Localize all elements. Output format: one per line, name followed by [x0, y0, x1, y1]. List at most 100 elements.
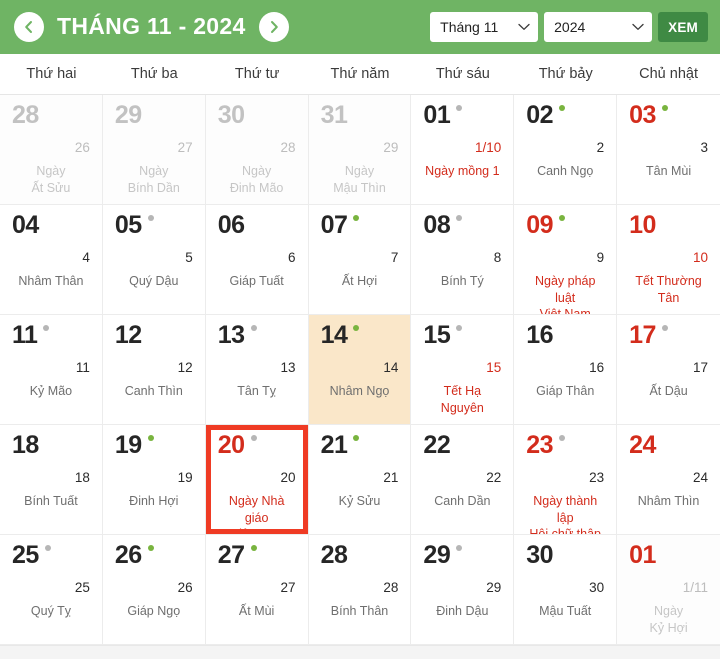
- day-cell[interactable]: 05 5 Quý Dậu: [102, 205, 206, 315]
- lunar-phase-dot-icon: [456, 545, 463, 551]
- view-button[interactable]: XEM: [658, 12, 708, 42]
- solar-day-number: 29: [423, 541, 451, 569]
- day-number-row: 20: [218, 433, 296, 463]
- day-cell[interactable]: 18 18 Bính Tuất: [0, 425, 103, 535]
- day-cell[interactable]: 14 14 Nhâm Ngọ: [308, 315, 412, 425]
- day-number-row: 03: [629, 103, 708, 133]
- solar-day-number: 15: [423, 321, 451, 349]
- day-cell[interactable]: 04 4 Nhâm Thân: [0, 205, 103, 315]
- day-number-row: 06: [218, 213, 296, 243]
- day-cell[interactable]: 23 23 Ngày thành lập Hội chữ thập đỏ VN: [514, 425, 618, 535]
- lunar-phase-dot-icon: [559, 215, 566, 221]
- prev-month-button[interactable]: [14, 12, 44, 42]
- solar-day-number: 20: [217, 431, 245, 459]
- day-number-row: 02: [526, 103, 604, 133]
- day-cell[interactable]: 02 2 Canh Ngọ: [514, 95, 618, 205]
- solar-day-number: 07: [320, 211, 348, 239]
- day-note: Ngày mồng 1: [425, 164, 500, 178]
- day-cell[interactable]: 27 27 Ất Mùi: [205, 535, 309, 645]
- weekday-label-sunday: Chủ nhật: [639, 66, 698, 82]
- day-number-row: 25: [12, 543, 90, 573]
- lunar-day-number: 30: [589, 580, 605, 595]
- lunar-phase-dot-icon: [148, 325, 154, 331]
- lunar-day-number: 21: [383, 470, 399, 485]
- day-note: Tết Hạ Nguyên: [440, 384, 484, 415]
- day-note: Ngày Mậu Thìn: [333, 164, 386, 195]
- day-note: Quý Tỵ: [30, 604, 71, 618]
- lunar-day-number: 24: [692, 470, 708, 485]
- lunar-phase-dot-icon: [147, 215, 154, 221]
- lunar-day-number: 4: [82, 250, 90, 265]
- chevron-left-icon: [21, 19, 37, 35]
- lunar-phase-dot-icon: [559, 435, 566, 441]
- day-cell[interactable]: 16 16 Giáp Thân: [514, 315, 618, 425]
- day-cell[interactable]: 17 17 Ất Dậu: [617, 315, 720, 425]
- day-number-row: 09: [526, 213, 604, 243]
- day-note: Tân Mùi: [645, 164, 692, 178]
- day-number-row: 30: [526, 543, 604, 573]
- solar-day-number: 04: [12, 211, 39, 239]
- day-cell[interactable]: 28 26 Ngày Ất Sửu: [0, 95, 103, 205]
- month-select[interactable]: Tháng 11: [430, 12, 539, 42]
- day-cell[interactable]: 30 30 Mậu Tuất: [514, 535, 618, 645]
- lunar-phase-dot-icon: [43, 325, 50, 331]
- lunar-day-number: 9: [596, 250, 605, 265]
- weekday-label-thursday: Thứ năm: [330, 66, 390, 82]
- lunar-phase-dot-icon: [353, 545, 359, 551]
- year-select[interactable]: 2024: [544, 12, 653, 42]
- day-cell[interactable]: 31 29 Ngày Mậu Thìn: [308, 95, 412, 205]
- day-cell[interactable]: 10 10 Tết Thường Tân: [617, 205, 720, 315]
- day-cell[interactable]: 26 26 Giáp Ngọ: [102, 535, 206, 645]
- lunar-phase-dot-icon: [559, 105, 566, 111]
- day-cell[interactable]: 12 12 Canh Thìn: [102, 315, 206, 425]
- next-month-button[interactable]: [258, 12, 289, 42]
- day-number-row: 08: [423, 213, 501, 243]
- day-number-row: 23: [526, 433, 604, 463]
- solar-day-number: 25: [12, 541, 39, 569]
- day-cell[interactable]: 06 6 Giáp Tuất: [205, 205, 309, 315]
- day-cell[interactable]: 30 28 Ngày Đinh Mão: [205, 95, 309, 205]
- lunar-day-number: 2: [596, 140, 605, 155]
- day-cell[interactable]: 25 25 Quý Tỵ: [0, 535, 103, 645]
- day-note: Tân Tỵ: [237, 384, 276, 398]
- day-cell[interactable]: 21 21 Kỷ Sửu: [308, 425, 412, 535]
- weekday-header: Thứ hai Thứ ba Thứ tư Thứ năm Thứ sáu Th…: [0, 54, 720, 95]
- day-note: Ngày pháp luật Việt Nam: [534, 274, 596, 315]
- day-cell[interactable]: 24 24 Nhâm Thìn: [617, 425, 720, 535]
- day-cell[interactable]: 29 29 Đinh Dậu: [411, 535, 515, 645]
- day-cell[interactable]: 03 3 Tân Mùi: [617, 95, 720, 205]
- day-cell[interactable]: 07 7 Ất Hợi: [308, 205, 412, 315]
- day-note: Tết Thường Tân: [635, 274, 702, 305]
- weekday-label-saturday: Thứ bảy: [538, 66, 593, 82]
- lunar-day-number: 1/10: [475, 140, 502, 155]
- lunar-day-number: 29: [486, 580, 502, 595]
- day-cell[interactable]: 01 1/10 Ngày mồng 1: [411, 95, 515, 205]
- day-cell[interactable]: 22 22 Canh Dần: [411, 425, 515, 535]
- lunar-day-number: 19: [177, 470, 193, 485]
- weekday-label-friday: Thứ sáu: [435, 66, 490, 82]
- lunar-phase-dot-icon: [661, 325, 668, 331]
- day-cell[interactable]: 19 19 Đinh Hợi: [102, 425, 206, 535]
- month-select-wrapper: Tháng 11: [430, 12, 539, 42]
- day-cell[interactable]: 08 8 Bính Tý: [411, 205, 515, 315]
- day-cell[interactable]: 01 1/11 Ngày Kỷ Hợi: [617, 535, 720, 645]
- day-cell[interactable]: 13 13 Tân Tỵ: [205, 315, 309, 425]
- solar-day-number: 08: [423, 211, 451, 239]
- day-note: Canh Ngọ: [537, 164, 594, 178]
- solar-day-number: 17: [629, 321, 656, 349]
- day-cell[interactable]: 09 9 Ngày pháp luật Việt Nam: [514, 205, 618, 315]
- day-cell[interactable]: 15 15 Tết Hạ Nguyên: [411, 315, 515, 425]
- solar-day-number: 10: [629, 211, 656, 239]
- day-number-row: 29: [115, 103, 193, 133]
- day-cell[interactable]: 28 28 Bính Thân: [308, 535, 412, 645]
- solar-day-number: 03: [629, 101, 656, 129]
- day-cell[interactable]: 11 11 Kỷ Mão: [0, 315, 103, 425]
- solar-day-number: 13: [217, 321, 245, 349]
- day-number-row: 04: [12, 213, 90, 243]
- day-cell[interactable]: 20 20 Ngày Nhà giáo Việt Nam: [205, 425, 309, 535]
- chevron-right-icon: [266, 19, 282, 35]
- solar-day-number: 14: [320, 321, 348, 349]
- day-cell[interactable]: 29 27 Ngày Bính Dần: [102, 95, 206, 205]
- day-number-row: 24: [629, 433, 708, 463]
- lunar-day-number: 27: [177, 140, 193, 155]
